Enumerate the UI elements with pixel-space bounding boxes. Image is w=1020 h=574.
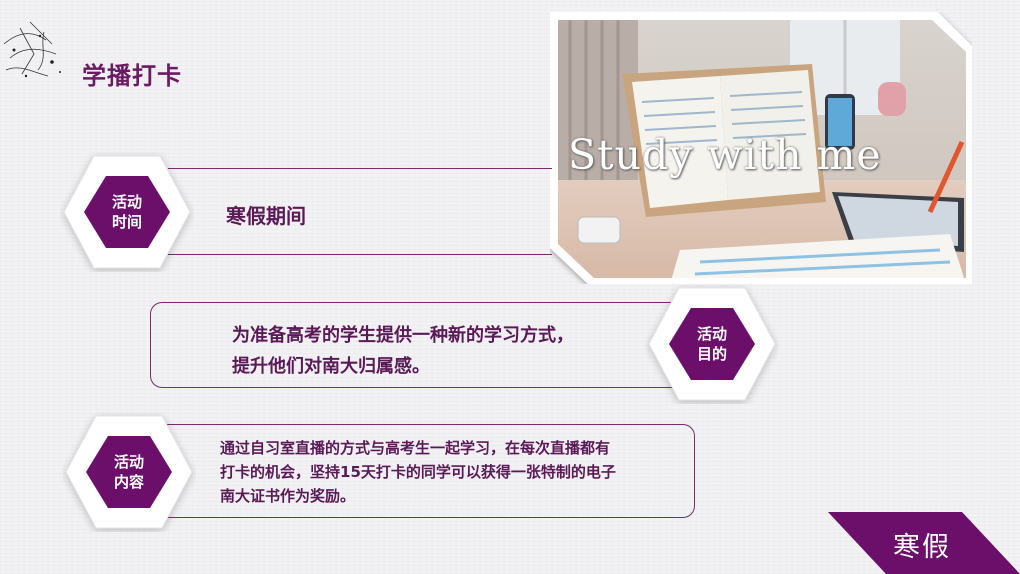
section-purpose-text: 为准备高考的学生提供一种新的学习方式， 提升他们对南大归属感。 xyxy=(232,325,574,377)
footer-tag-label: 寒假 xyxy=(893,532,951,563)
section-content-text: 通过自习室直播的方式与高考生一起学习，在每次直播都有 打卡的机会，坚持15天打卡的… xyxy=(220,439,616,505)
section-time-text: 寒假期间 xyxy=(226,204,306,228)
section-purpose-badge: 活动 目的 xyxy=(645,284,779,404)
section-time-badge: 活动 时间 xyxy=(60,152,194,272)
page-title: 学播打卡 xyxy=(82,62,182,90)
ink-doodle-decoration xyxy=(3,21,61,78)
section-time-label: 活动 时间 xyxy=(111,193,142,231)
section-content-badge: 活动 内容 xyxy=(62,412,196,532)
section-content-label: 活动 内容 xyxy=(113,453,144,491)
section-purpose-label: 活动 目的 xyxy=(696,325,727,363)
photo-overlay-text: Study with me xyxy=(568,131,882,179)
